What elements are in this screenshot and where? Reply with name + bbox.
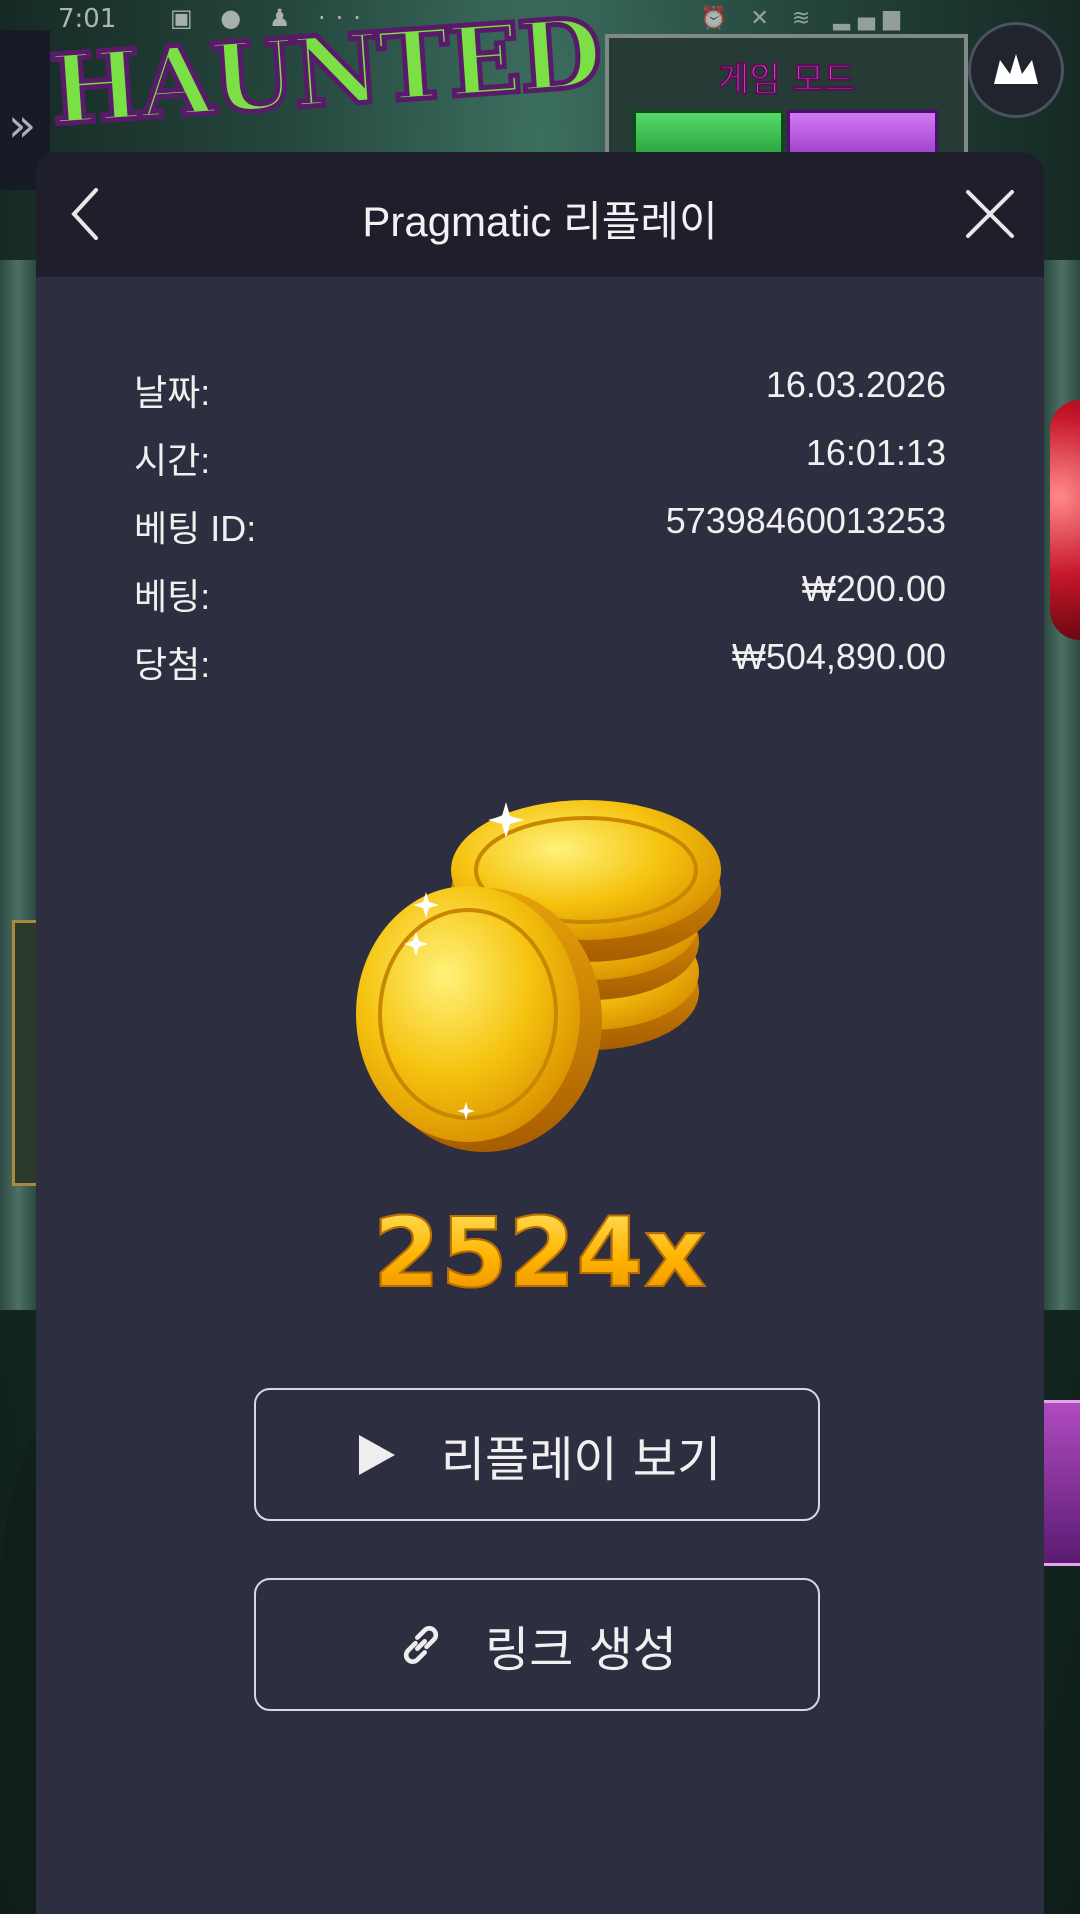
status-notification-icons: ▣ ● ♟ ··· xyxy=(170,4,371,32)
gold-coins-icon xyxy=(356,800,721,1152)
info-label: 당첨: xyxy=(134,644,211,685)
info-row-bet: 베팅: ₩200.00 xyxy=(134,568,946,624)
game-mode-title: 게임 모드 xyxy=(718,60,856,101)
info-value: 16.03.2026 xyxy=(765,364,946,405)
link-icon xyxy=(397,1621,445,1669)
status-system-icons: ⏰ ✕ ≋ ▂▄▆ xyxy=(700,6,908,31)
replay-modal: Pragmatic 리플레이 날짜: 16.03.2026 시간: 16:01:… xyxy=(36,152,1044,1914)
info-value: 57398460013253 xyxy=(665,500,946,541)
info-label: 날짜: xyxy=(134,372,211,413)
info-value: ₩504,890.00 xyxy=(731,636,946,677)
create-link-label: 링크 생성 xyxy=(485,1621,677,1678)
play-icon xyxy=(353,1431,401,1479)
win-multiplier: 2524x xyxy=(36,1196,1044,1310)
info-row-win: 당첨: ₩504,890.00 xyxy=(134,636,946,692)
info-label: 베팅 ID: xyxy=(134,508,257,549)
close-button[interactable] xyxy=(958,182,1022,246)
modal-header: Pragmatic 리플레이 xyxy=(36,152,1044,277)
info-value: 16:01:13 xyxy=(805,432,946,473)
info-row-bet-id: 베팅 ID: 57398460013253 xyxy=(134,500,946,556)
info-row-date: 날짜: 16.03.2026 xyxy=(134,364,946,420)
info-label: 베팅: xyxy=(134,576,211,617)
status-time: 7:01 xyxy=(58,4,117,34)
double-chevron-right-icon: » xyxy=(8,98,37,152)
info-value: ₩200.00 xyxy=(801,568,946,609)
crown-icon xyxy=(994,54,1038,84)
game-mode-panel: 게임 모드 xyxy=(605,34,968,176)
modal-title: Pragmatic 리플레이 xyxy=(362,198,718,245)
close-icon xyxy=(966,190,1014,238)
red-gem-symbol xyxy=(1050,400,1080,640)
view-replay-button[interactable]: 리플레이 보기 xyxy=(254,1388,820,1521)
purple-side-frame xyxy=(1041,1400,1080,1566)
create-link-button[interactable]: 링크 생성 xyxy=(254,1578,820,1711)
info-row-time: 시간: 16:01:13 xyxy=(134,432,946,488)
crown-button[interactable] xyxy=(968,22,1064,118)
info-label: 시간: xyxy=(134,440,211,481)
view-replay-label: 리플레이 보기 xyxy=(440,1431,722,1488)
